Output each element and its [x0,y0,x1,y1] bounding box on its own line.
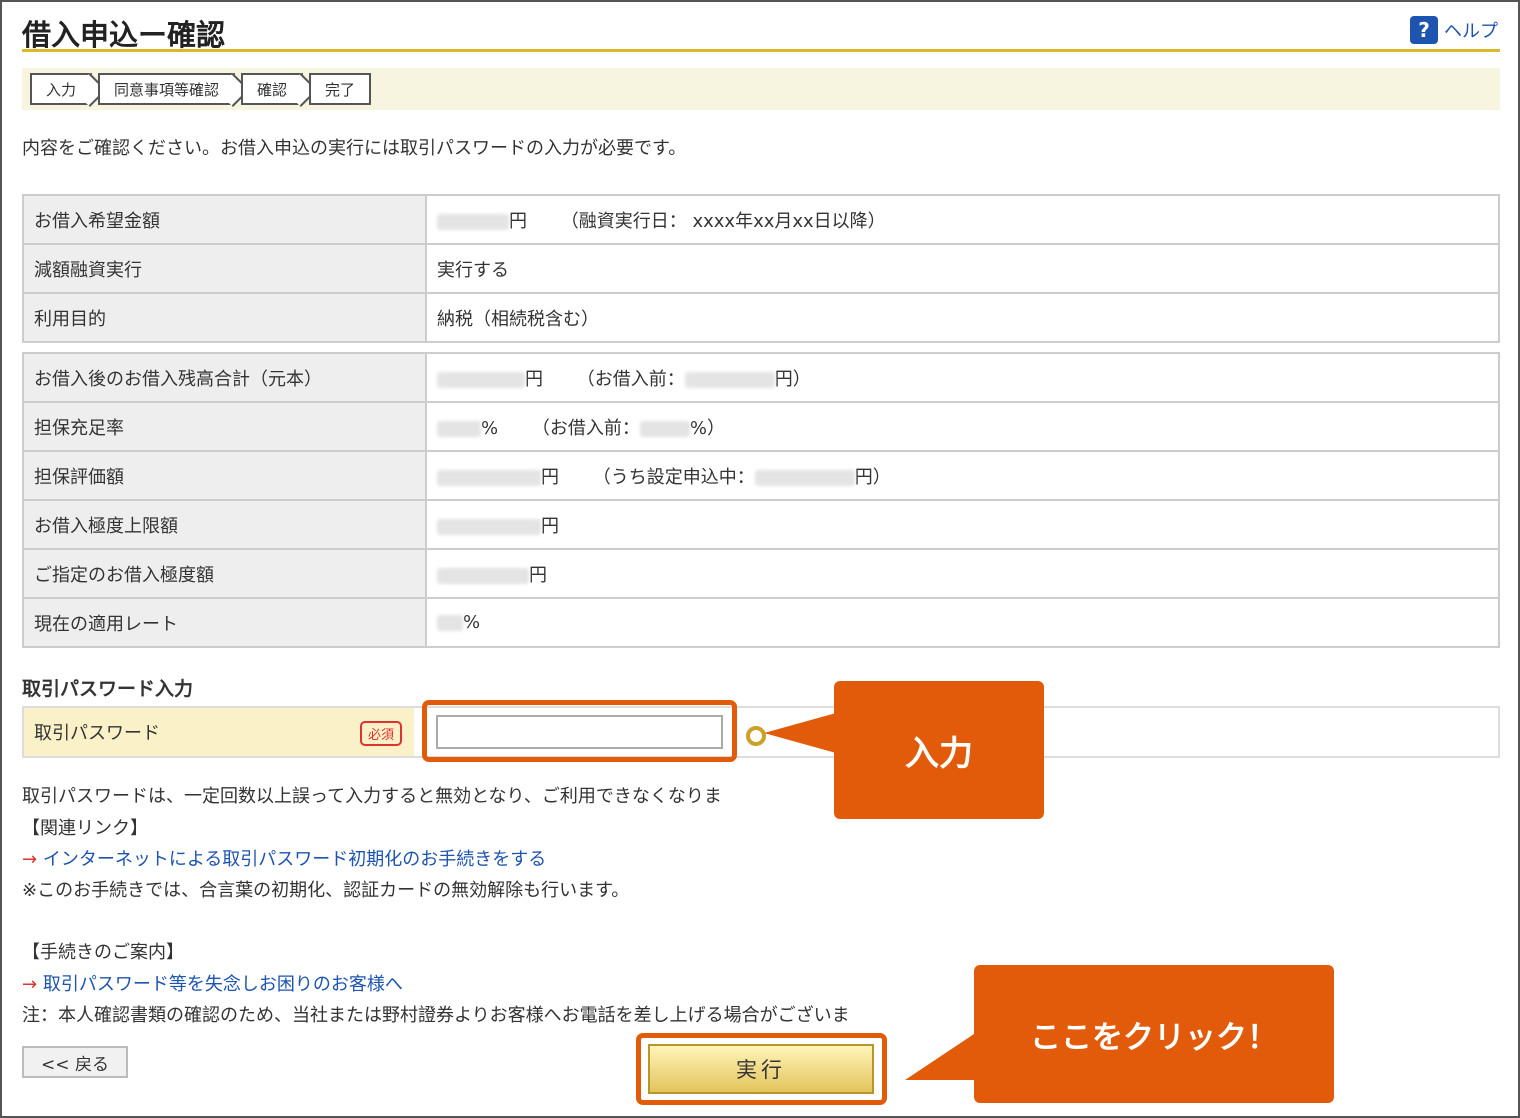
click-callout: ここをクリック！ [974,965,1334,1103]
reset-password-link[interactable]: インターネットによる取引パスワード初期化のお手続きをする [43,849,546,870]
input-callout: 入力 [834,681,1044,819]
row-value: 円 [425,548,1500,599]
arrow-icon: → [22,849,38,870]
row-value: 円 （お借入前： 円） [425,352,1500,403]
table-row: お借入後のお借入残高合計（元本） 円 （お借入前： 円） [22,352,1500,403]
row-value: 円 （うち設定申込中： 円） [425,450,1500,501]
step-complete: 完了 [309,73,372,105]
row-label: 利用目的 [22,292,427,343]
table-row: お借入極度上限額 円 [22,499,1500,550]
row-label: ご指定のお借入極度額 [22,548,427,599]
step-agreement: 同意事項等確認 [98,73,236,105]
masked-amount [437,213,509,230]
page-header: 借入申込ー確認 ? ヘルプ [22,8,1500,52]
reset-note: ※このお手続きでは、合言葉の初期化、認証カードの無効解除も行います。 [22,880,630,901]
row-value: % [425,597,1500,648]
loan-request-table: お借入希望金額 円 （融資実行日： xxxx年xx月xx日以降） 減額融資実行 … [22,194,1500,343]
execute-button[interactable]: 実行 [648,1044,874,1094]
related-links-heading: 【関連リンク】 [22,818,148,839]
reset-password-link-row: → インターネットによる取引パスワード初期化のお手続きをする [22,845,546,871]
row-label: 減額融資実行 [22,243,427,294]
row-label: お借入後のお借入残高合計（元本） [22,352,427,403]
step-input: 入力 [30,73,93,105]
phone-note: 注：本人確認書類の確認のため、当社または野村證券よりお客様へお電話を差し上げる場… [22,1005,850,1026]
password-label: 取引パスワード 必須 [24,708,414,756]
row-label: 担保評価額 [22,450,427,501]
table-row: 現在の適用レート % [22,597,1500,648]
row-value: 納税（相続税含む） [425,292,1500,343]
table-row: ご指定のお借入極度額 円 [22,548,1500,599]
row-value: 実行する [425,243,1500,294]
row-label: 現在の適用レート [22,597,427,648]
execution-date-note: （融資実行日： xxxx年xx月xx日以降） [560,210,886,232]
page-title: 借入申込ー確認 [22,18,226,52]
back-button[interactable]: << 戻る [22,1046,128,1078]
loan-status-table: お借入後のお借入残高合計（元本） 円 （お借入前： 円） 担保充足率 % （お借入… [22,352,1500,648]
forgot-password-link[interactable]: 取引パスワード等を失念しお困りのお客様へ [43,974,403,995]
password-warning: 取引パスワードは、一定回数以上誤って入力すると無効となり、ご利用できなくなりま [22,786,722,807]
help-label[interactable]: ヘルプ [1444,17,1498,43]
arrow-icon: → [22,974,38,995]
table-row: 利用目的 納税（相続税含む） [22,292,1500,343]
callout-tail [905,1030,980,1080]
required-badge: 必須 [359,721,402,746]
row-label: 担保充足率 [22,401,427,452]
intro-text: 内容をご確認ください。お借入申込の実行には取引パスワードの入力が必要です。 [22,138,687,159]
row-value: 円 （融資実行日： xxxx年xx月xx日以降） [425,194,1500,245]
password-input[interactable] [436,715,723,749]
table-row: お借入希望金額 円 （融資実行日： xxxx年xx月xx日以降） [22,194,1500,245]
table-row: 担保充足率 % （お借入前：%） [22,401,1500,452]
software-keyboard-icon[interactable] [746,726,766,746]
row-label: お借入極度上限額 [22,499,427,550]
row-value: % （お借入前：%） [425,401,1500,452]
table-row: 担保評価額 円 （うち設定申込中： 円） [22,450,1500,501]
callout-tail [764,713,836,753]
step-confirm: 確認 [241,73,304,105]
help-icon[interactable]: ? [1410,16,1438,44]
help-link[interactable]: ? ヘルプ [1410,16,1498,44]
row-label: お借入希望金額 [22,194,427,245]
forgot-password-link-row: → 取引パスワード等を失念しお困りのお客様へ [22,970,403,996]
guide-heading: 【手続きのご案内】 [22,942,184,963]
progress-steps: 入力 同意事項等確認 確認 完了 [22,68,1500,110]
row-value: 円 [425,499,1500,550]
password-heading: 取引パスワード入力 [22,678,194,700]
table-row: 減額融資実行 実行する [22,243,1500,294]
